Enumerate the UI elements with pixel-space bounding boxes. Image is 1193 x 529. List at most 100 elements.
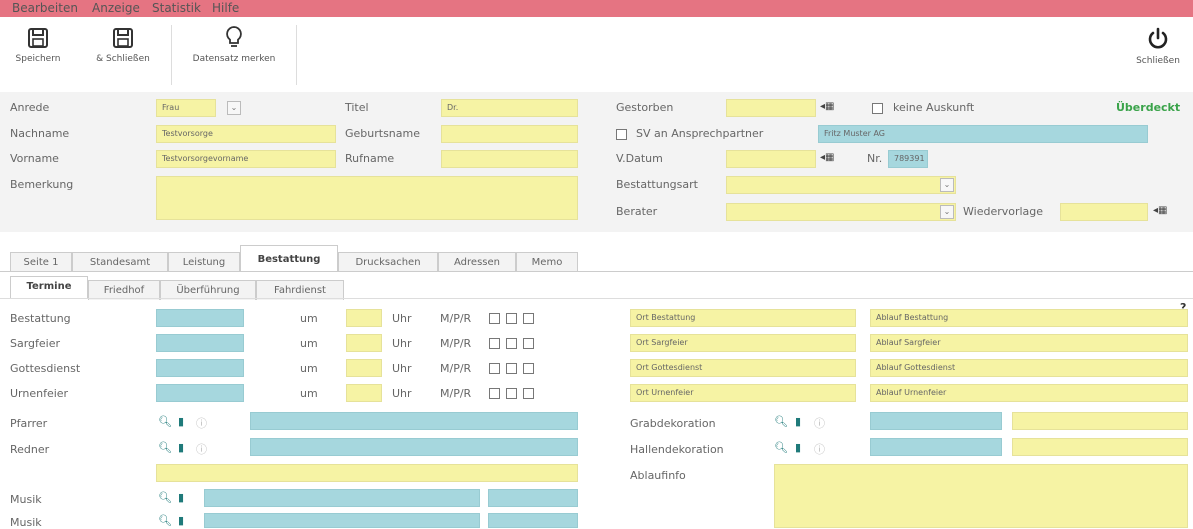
chevron-down-icon[interactable]: ⌄ — [940, 178, 954, 192]
magnifier-icon[interactable]: 🔍︎ — [774, 415, 788, 428]
termin-time-field[interactable] — [346, 309, 382, 327]
magnifier-icon[interactable]: 🔍︎ — [158, 514, 172, 527]
gestorben-date-field[interactable] — [726, 99, 816, 117]
ablauf-field[interactable]: Ablauf Bestattung — [870, 309, 1188, 327]
tab-adressen[interactable]: Adressen — [438, 252, 516, 272]
info-icon[interactable]: ⓘ — [196, 415, 207, 431]
chevron-down-icon[interactable]: ⌄ — [940, 205, 954, 219]
musik-label: Musik — [10, 493, 42, 506]
chevron-down-icon[interactable]: ⌄ — [227, 101, 241, 115]
musik-detail-field[interactable] — [488, 489, 578, 507]
p-checkbox[interactable] — [506, 388, 517, 399]
magnifier-icon[interactable]: 🔍︎ — [158, 441, 172, 454]
subtab-termine[interactable]: Termine — [10, 276, 88, 298]
bestattungsart-select[interactable] — [726, 176, 956, 194]
sv-ansprechpartner-checkbox[interactable] — [616, 129, 627, 140]
subtab-friedhof[interactable]: Friedhof — [88, 280, 160, 300]
geburtsname-field[interactable] — [441, 125, 578, 143]
subtab-fahrdienst[interactable]: Fahrdienst — [256, 280, 344, 300]
redner-note-field[interactable] — [156, 464, 578, 482]
tab-drucksachen[interactable]: Drucksachen — [338, 252, 438, 272]
nr-field[interactable]: 789391 — [888, 150, 928, 168]
geburtsname-label: Geburtsname — [345, 127, 421, 140]
musik-detail-field[interactable] — [488, 513, 578, 528]
tab-standesamt[interactable]: Standesamt — [72, 252, 168, 272]
r-checkbox[interactable] — [523, 363, 534, 374]
wiedervorlage-field[interactable] — [1060, 203, 1148, 221]
redner-field[interactable] — [250, 438, 578, 456]
hallendekoration-field[interactable] — [870, 438, 1002, 456]
calendar-icon[interactable]: ◂▦ — [820, 101, 834, 112]
bemerkung-field[interactable] — [156, 176, 578, 220]
termin-time-field[interactable] — [346, 359, 382, 377]
vorname-field[interactable]: Testvorsorgevorname — [156, 150, 336, 168]
subtab-ueberfuehrung[interactable]: Überführung — [160, 280, 256, 300]
menu-bearbeiten[interactable]: Bearbeiten — [12, 1, 78, 15]
m-checkbox[interactable] — [489, 388, 500, 399]
info-icon[interactable]: ⓘ — [814, 441, 825, 457]
termin-date-field[interactable] — [156, 334, 244, 352]
musik-field[interactable] — [204, 489, 480, 507]
nachname-field[interactable]: Testvorsorge — [156, 125, 336, 143]
termin-time-field[interactable] — [346, 384, 382, 402]
r-checkbox[interactable] — [523, 388, 534, 399]
titel-field[interactable]: Dr. — [441, 99, 578, 117]
ablaufinfo-field[interactable] — [774, 464, 1188, 528]
termin-date-field[interactable] — [156, 359, 244, 377]
trash-icon[interactable]: ▮ — [178, 491, 184, 504]
ort-field[interactable]: Ort Bestattung — [630, 309, 856, 327]
p-checkbox[interactable] — [506, 363, 517, 374]
lightbulb-icon — [226, 26, 242, 47]
menu-hilfe[interactable]: Hilfe — [212, 1, 239, 15]
grabdekoration-detail-field[interactable] — [1012, 412, 1188, 430]
m-checkbox[interactable] — [489, 313, 500, 324]
r-checkbox[interactable] — [523, 338, 534, 349]
m-checkbox[interactable] — [489, 338, 500, 349]
p-checkbox[interactable] — [506, 313, 517, 324]
keine-auskunft-checkbox[interactable] — [872, 103, 883, 114]
tab-seite-1[interactable]: Seite 1 — [10, 252, 72, 272]
trash-icon[interactable]: ▮ — [178, 514, 184, 527]
ort-field[interactable]: Ort Gottesdienst — [630, 359, 856, 377]
termin-date-field[interactable] — [156, 309, 244, 327]
close-button[interactable]: Schließen — [1125, 27, 1191, 66]
berater-select[interactable] — [726, 203, 956, 221]
calendar-icon[interactable]: ◂▦ — [1153, 205, 1167, 216]
trash-icon[interactable]: ▮ — [178, 441, 184, 454]
termin-time-field[interactable] — [346, 334, 382, 352]
magnifier-icon[interactable]: 🔍︎ — [774, 441, 788, 454]
info-icon[interactable]: ⓘ — [196, 441, 207, 457]
calendar-icon[interactable]: ◂▦ — [820, 152, 834, 163]
info-icon[interactable]: ⓘ — [814, 415, 825, 431]
grabdekoration-field[interactable] — [870, 412, 1002, 430]
save-button[interactable]: Speichern — [7, 27, 69, 64]
m-checkbox[interactable] — [489, 363, 500, 374]
p-checkbox[interactable] — [506, 338, 517, 349]
trash-icon[interactable]: ▮ — [795, 441, 801, 454]
ablauf-field[interactable]: Ablauf Urnenfeier — [870, 384, 1188, 402]
anrede-select[interactable]: Frau — [156, 99, 216, 117]
ablauf-field[interactable]: Ablauf Gottesdienst — [870, 359, 1188, 377]
r-checkbox[interactable] — [523, 313, 534, 324]
magnifier-icon[interactable]: 🔍︎ — [158, 415, 172, 428]
save-close-button[interactable]: & Schließen — [76, 27, 170, 64]
pfarrer-field[interactable] — [250, 412, 578, 430]
menu-statistik[interactable]: Statistik — [152, 1, 201, 15]
menu-anzeige[interactable]: Anzeige — [92, 1, 140, 15]
tab-memo[interactable]: Memo — [516, 252, 578, 272]
musik-field[interactable] — [204, 513, 480, 528]
vdatum-field[interactable] — [726, 150, 816, 168]
hallendekoration-detail-field[interactable] — [1012, 438, 1188, 456]
bookmark-record-button[interactable]: Datensatz merken — [174, 25, 294, 64]
ansprechpartner-field[interactable]: Fritz Muster AG — [818, 125, 1148, 143]
magnifier-icon[interactable]: 🔍︎ — [158, 491, 172, 504]
trash-icon[interactable]: ▮ — [795, 415, 801, 428]
trash-icon[interactable]: ▮ — [178, 415, 184, 428]
termin-date-field[interactable] — [156, 384, 244, 402]
ort-field[interactable]: Ort Sargfeier — [630, 334, 856, 352]
ort-field[interactable]: Ort Urnenfeier — [630, 384, 856, 402]
ablauf-field[interactable]: Ablauf Sargfeier — [870, 334, 1188, 352]
tab-bestattung[interactable]: Bestattung — [240, 245, 338, 272]
rufname-field[interactable] — [441, 150, 578, 168]
tab-leistung[interactable]: Leistung — [168, 252, 240, 272]
